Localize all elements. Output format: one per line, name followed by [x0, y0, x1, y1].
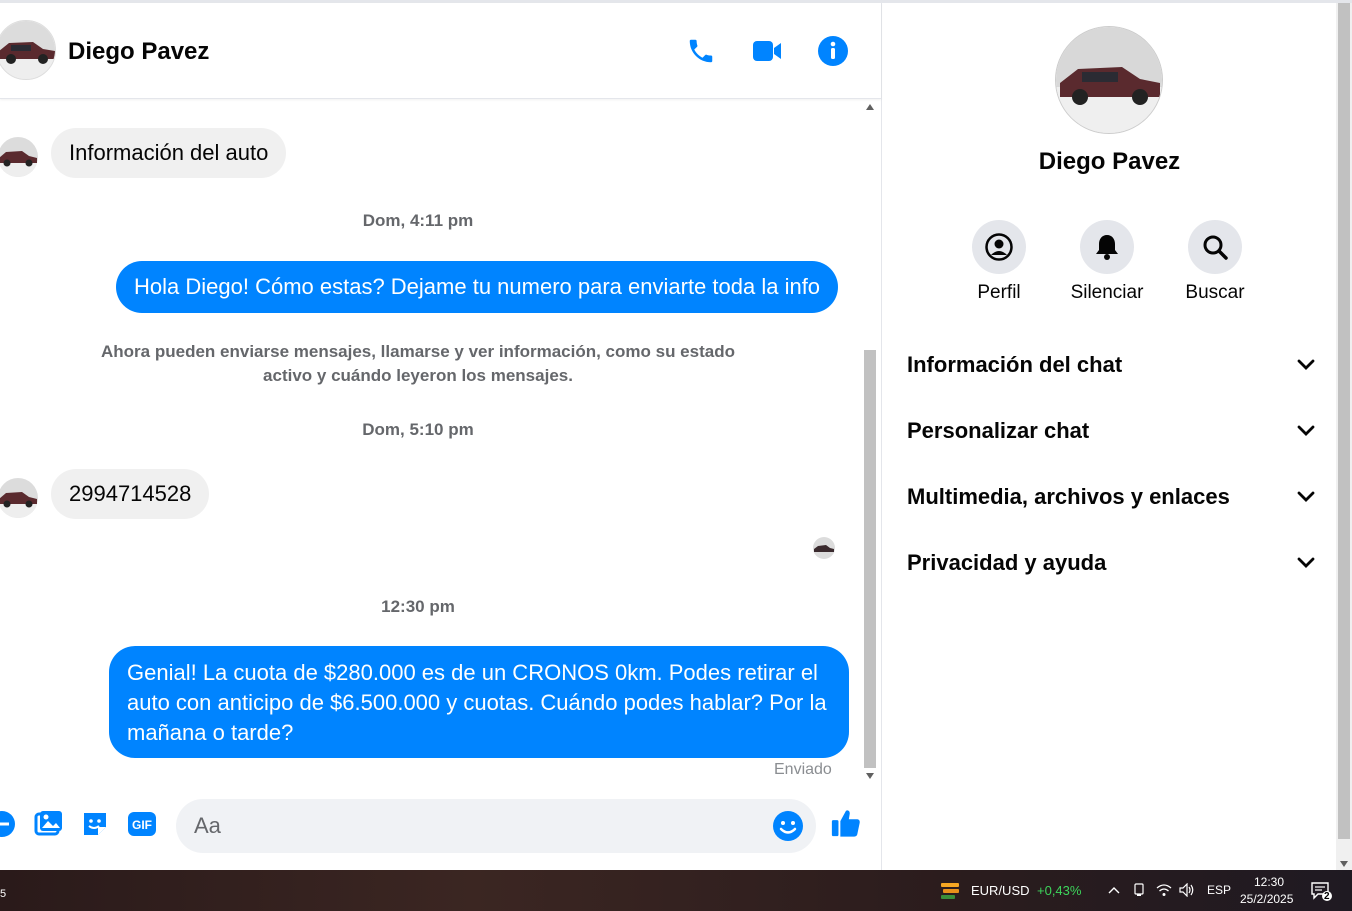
outgoing-message[interactable]: Genial! La cuota de $280.000 es de un CR…	[109, 646, 849, 758]
volume-icon[interactable]	[1178, 882, 1196, 898]
search-icon	[1203, 235, 1228, 260]
panel-contact-avatar[interactable]	[1055, 26, 1163, 134]
message-input-box[interactable]	[176, 799, 816, 853]
emoji-icon[interactable]	[772, 810, 804, 847]
profile-button[interactable]: Perfil	[949, 220, 1049, 304]
message-input[interactable]	[194, 811, 764, 841]
notification-count: 2	[1324, 891, 1330, 902]
section-title: Información del chat	[907, 352, 1123, 377]
chevron-down-icon	[1297, 491, 1315, 502]
incoming-message[interactable]: 2994714528	[51, 469, 210, 519]
ticker-change[interactable]: +0,43%	[1037, 883, 1081, 898]
message-scrollbar[interactable]	[862, 100, 878, 783]
section-chat-info[interactable]: Información del chat	[907, 343, 1315, 387]
input-language[interactable]: ESP	[1207, 883, 1231, 897]
device-icon[interactable]	[1131, 882, 1147, 898]
window-scroll-thumb[interactable]	[1338, 3, 1350, 839]
panel-contact-name: Diego Pavez	[1038, 148, 1181, 175]
section-title: Personalizar chat	[907, 418, 1090, 443]
profile-label: Perfil	[977, 282, 1021, 303]
search-button[interactable]: Buscar	[1165, 220, 1265, 304]
stock-widget-icon[interactable]	[939, 880, 961, 902]
scroll-up-arrow-icon[interactable]	[866, 104, 874, 110]
read-receipt-avatar	[813, 537, 835, 559]
chevron-down-icon	[1297, 557, 1315, 568]
chevron-down-icon	[1297, 359, 1315, 370]
photo-icon[interactable]	[32, 808, 64, 840]
gif-icon[interactable]: GIF	[126, 808, 158, 840]
info-icon[interactable]	[815, 33, 851, 69]
contact-avatar-small	[0, 478, 38, 518]
chat-pane: Diego Pavez Información del auto Dom, 4:…	[0, 3, 881, 870]
sticker-icon[interactable]	[79, 808, 111, 840]
svg-text:GIF: GIF	[132, 818, 152, 832]
clock-date[interactable]: 25/2/2025	[1240, 892, 1293, 906]
bell-icon	[1096, 235, 1118, 260]
section-privacy-help[interactable]: Privacidad y ayuda	[907, 541, 1315, 585]
section-media-files-links[interactable]: Multimedia, archivos y enlaces	[907, 475, 1315, 519]
incoming-message[interactable]: Información del auto	[51, 128, 287, 178]
mute-button[interactable]: Silenciar	[1057, 220, 1157, 304]
window-scrollbar[interactable]	[1336, 3, 1352, 870]
outgoing-message[interactable]: Hola Diego! Cómo estas? Dejame tu numero…	[116, 261, 839, 313]
scroll-thumb[interactable]	[864, 350, 876, 768]
contact-name[interactable]: Diego Pavez	[68, 38, 209, 66]
mute-label: Silenciar	[1070, 282, 1144, 303]
more-actions-icon[interactable]	[0, 808, 18, 840]
profile-icon	[985, 233, 1013, 261]
conversation-info-panel: Diego Pavez Perfil Silenciar Buscar Info…	[881, 3, 1336, 870]
chevron-down-icon	[1297, 425, 1315, 436]
system-notice: Ahora pueden enviarse mensajes, llamarse…	[101, 342, 735, 385]
composer-bar: GIF	[0, 793, 881, 855]
message-timestamp: 12:30 pm	[381, 597, 455, 616]
section-title: Privacidad y ayuda	[907, 550, 1107, 575]
ticker-symbol[interactable]: EUR/USD	[971, 883, 1030, 898]
sent-status: Enviado	[774, 761, 832, 778]
chat-header: Diego Pavez	[0, 3, 881, 99]
message-timestamp: Dom, 4:11 pm	[362, 211, 474, 230]
wifi-icon[interactable]	[1155, 882, 1173, 898]
scroll-down-arrow-icon[interactable]	[866, 773, 874, 779]
clock-time[interactable]: 12:30	[1254, 875, 1284, 889]
search-label: Buscar	[1185, 282, 1245, 303]
contact-avatar[interactable]	[0, 20, 56, 80]
message-list[interactable]: Información del auto Dom, 4:11 pm Hola D…	[0, 100, 862, 780]
video-call-icon[interactable]	[749, 33, 785, 69]
scroll-down-arrow-icon[interactable]	[1340, 861, 1348, 867]
like-thumbs-up-icon[interactable]	[830, 807, 862, 839]
section-customize-chat[interactable]: Personalizar chat	[907, 409, 1315, 453]
taskbar-left-badge: 5	[0, 888, 7, 900]
chevron-up-icon[interactable]	[1107, 883, 1121, 897]
call-phone-icon[interactable]	[683, 33, 719, 69]
message-timestamp: Dom, 5:10 pm	[362, 420, 474, 439]
section-title: Multimedia, archivos y enlaces	[907, 484, 1230, 509]
windows-taskbar: 5 EUR/USD +0,43% ESP 12:30 25/2/2025 2	[0, 870, 1352, 911]
contact-avatar-small	[0, 137, 38, 177]
